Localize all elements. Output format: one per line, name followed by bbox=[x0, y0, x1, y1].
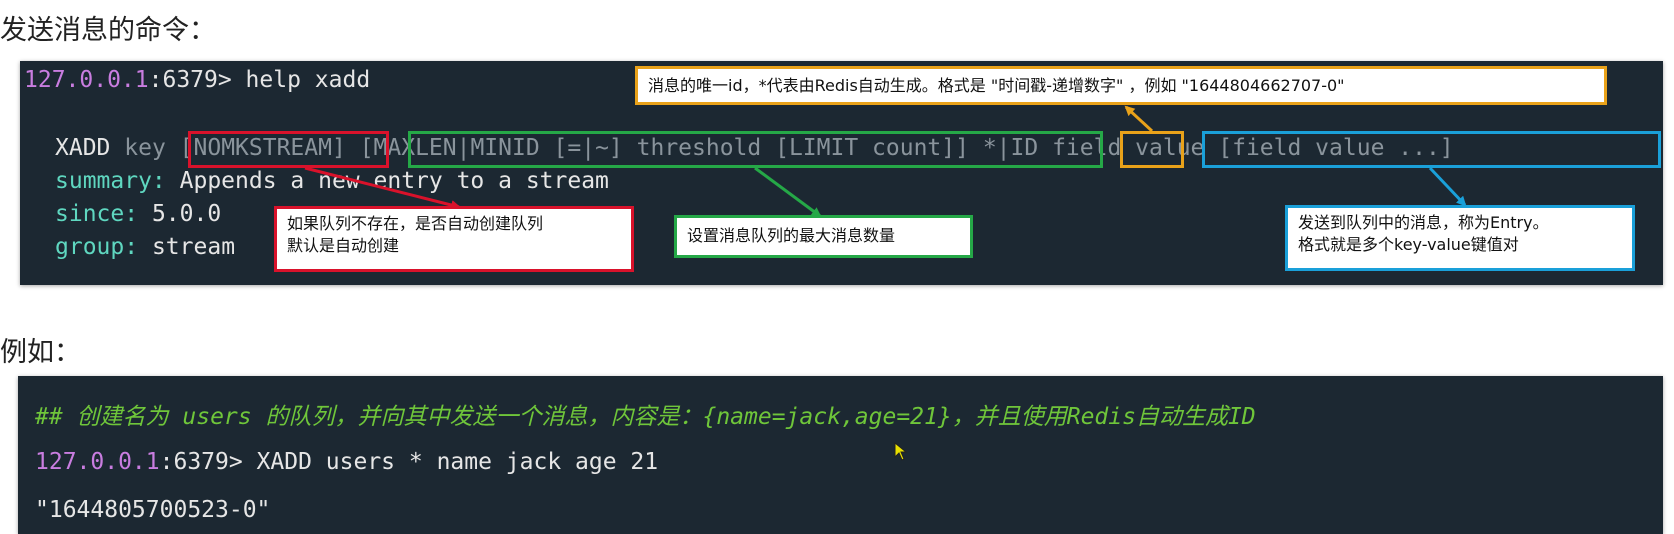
callout-nomkstream: 如果队列不存在，是否自动创建队列 默认是自动创建 bbox=[274, 206, 634, 272]
prompt-command-example: :6379> XADD users * name jack age 21 bbox=[159, 449, 659, 475]
heading-example: 例如： bbox=[0, 337, 81, 368]
prompt-ip-example: 127.0.0.1 bbox=[35, 449, 160, 475]
arrow-id bbox=[1124, 105, 1154, 133]
callout-id: 消息的唯一id，*代表由Redis自动生成。格式是 "时间戳-递增数字" ，例如… bbox=[635, 66, 1607, 105]
xadd-output: "1644805700523-0" bbox=[35, 497, 271, 523]
comment-text: ## 创建名为 users 的队列，并向其中发送一个消息，内容是：{name=j… bbox=[35, 404, 1256, 430]
callout-maxlen: 设置消息队列的最大消息数量 bbox=[674, 215, 973, 258]
arrow-fields bbox=[1428, 166, 1467, 207]
arrow-nomkstream bbox=[304, 166, 461, 210]
prompt-line-xadd: 127.0.0.1:6379> XADD users * name jack a… bbox=[35, 449, 658, 475]
arrow-maxlen bbox=[754, 166, 822, 218]
callout-fields: 发送到队列中的消息，称为Entry。 格式就是多个key-value键值对 bbox=[1285, 205, 1635, 271]
mouse-cursor-icon bbox=[894, 442, 908, 461]
example-comment: ## 创建名为 users 的队列，并向其中发送一个消息，内容是：{name=j… bbox=[35, 397, 1256, 431]
